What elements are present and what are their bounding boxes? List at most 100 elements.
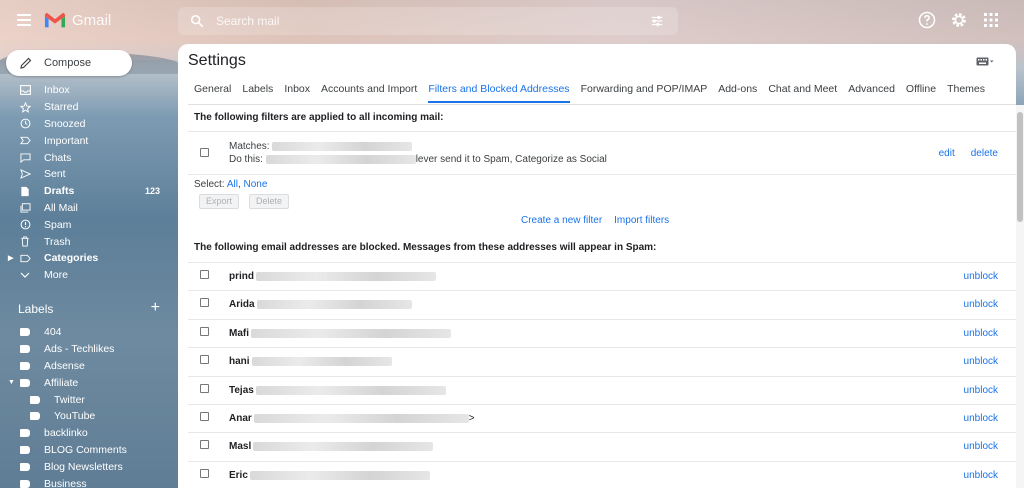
tab-filters-blocked[interactable]: Filters and Blocked Addresses <box>428 83 570 103</box>
trash-icon <box>19 236 31 248</box>
export-button[interactable]: Export <box>199 194 240 209</box>
label-item[interactable]: Business <box>0 475 176 488</box>
unblock-link[interactable]: unblock <box>964 356 998 367</box>
filters-heading: The following filters are applied to all… <box>194 112 444 123</box>
search-bar[interactable] <box>178 7 678 35</box>
tab-forwarding-pop-imap[interactable]: Forwarding and POP/IMAP <box>581 83 708 103</box>
gmail-logo[interactable]: Gmail <box>44 11 111 29</box>
unblock-link[interactable]: unblock <box>964 413 998 424</box>
sidebar-item-spam[interactable]: Spam <box>0 216 176 233</box>
sidebar-item-drafts[interactable]: Drafts 123 <box>0 183 176 200</box>
import-filters-link[interactable]: Import filters <box>614 215 669 226</box>
label-item[interactable]: backlinko <box>0 425 176 442</box>
label-item[interactable]: BLOG Comments <box>0 442 176 459</box>
tab-general[interactable]: General <box>194 83 231 103</box>
redacted-text <box>251 328 451 338</box>
sidebar-item-categories[interactable]: ▶ Categories <box>0 250 176 267</box>
search-input[interactable] <box>216 14 616 28</box>
add-label-plus-icon[interactable]: + <box>151 300 160 316</box>
compose-button[interactable]: Compose <box>6 50 132 76</box>
expand-caret-icon[interactable]: ▼ <box>8 379 15 386</box>
filter-do-this-label: Do this: <box>229 154 263 165</box>
filter-row: Matches: Do this: lever send it to Spam,… <box>188 131 1016 175</box>
top-right-icons <box>918 11 1000 29</box>
tab-chat-meet[interactable]: Chat and Meet <box>768 83 837 103</box>
tab-advanced[interactable]: Advanced <box>848 83 895 103</box>
help-icon[interactable] <box>918 11 936 29</box>
unblock-link[interactable]: unblock <box>964 385 998 396</box>
label-item-text: Blog Newsletters <box>44 460 123 473</box>
blocked-row: prind unblock <box>188 262 1016 290</box>
blocked-address-prefix: hani <box>229 356 250 368</box>
main-menu-icon[interactable] <box>17 14 31 26</box>
sidebar-item-inbox[interactable]: Inbox <box>0 82 176 99</box>
delete-button[interactable]: Delete <box>249 194 290 209</box>
sidebar-item-label: Drafts <box>44 185 75 198</box>
label-tag-icon <box>20 479 30 488</box>
sidebar-item-more[interactable]: More <box>0 267 176 284</box>
label-item[interactable]: Blog Newsletters <box>0 458 176 475</box>
tab-themes[interactable]: Themes <box>947 83 985 103</box>
label-item[interactable]: ▼ Affiliate <box>0 374 176 391</box>
select-none-link[interactable]: None <box>244 179 268 190</box>
star-icon <box>19 101 31 113</box>
delete-filter-link[interactable]: delete <box>971 148 998 159</box>
filter-checkbox[interactable] <box>200 148 209 157</box>
all-mail-icon <box>19 202 31 214</box>
sidebar-item-sent[interactable]: Sent <box>0 166 176 183</box>
unblock-link[interactable]: unblock <box>964 470 998 481</box>
sidebar-item-trash[interactable]: Trash <box>0 233 176 250</box>
blocked-checkbox[interactable] <box>200 270 209 279</box>
sidebar-item-important[interactable]: Important <box>0 132 176 149</box>
sidebar-item-chats[interactable]: Chats <box>0 149 176 166</box>
tab-add-ons[interactable]: Add-ons <box>718 83 757 103</box>
settings-gear-icon[interactable] <box>950 11 968 29</box>
label-item[interactable]: 404 <box>0 324 176 341</box>
create-filter-link[interactable]: Create a new filter <box>521 215 602 226</box>
sidebar-item-snoozed[interactable]: Snoozed <box>0 116 176 133</box>
tabs-divider <box>188 104 1016 105</box>
scrollbar-thumb[interactable] <box>1017 112 1023 222</box>
select-all-link[interactable]: All <box>227 179 238 190</box>
blocked-checkbox[interactable] <box>200 411 209 421</box>
search-icon[interactable] <box>190 14 204 28</box>
tab-labels[interactable]: Labels <box>242 83 273 103</box>
redacted-text <box>253 413 469 423</box>
apps-grid-icon[interactable] <box>982 11 1000 29</box>
blocked-checkbox[interactable] <box>200 355 209 365</box>
edit-filter-link[interactable]: edit <box>939 148 955 159</box>
unblock-link[interactable]: unblock <box>964 441 998 452</box>
expand-caret-icon[interactable]: ▶ <box>8 254 13 262</box>
sidebar-item-starred[interactable]: Starred <box>0 99 176 116</box>
label-item[interactable]: Ads - Techlikes <box>0 341 176 358</box>
unblock-link[interactable]: unblock <box>964 271 998 282</box>
blocked-address: Anar > <box>229 413 475 424</box>
label-item[interactable]: Adsense <box>0 358 176 375</box>
blocked-checkbox[interactable] <box>200 383 209 393</box>
blocked-checkbox[interactable] <box>200 326 209 336</box>
unblock-link[interactable]: unblock <box>964 299 998 310</box>
tab-inbox[interactable]: Inbox <box>284 83 310 103</box>
blocked-address-prefix: Arida <box>229 299 255 311</box>
search-options-icon[interactable] <box>650 14 664 28</box>
pencil-icon <box>20 57 32 69</box>
tab-offline[interactable]: Offline <box>906 83 936 103</box>
sidebar-item-label: All Mail <box>44 201 78 214</box>
label-item-text: Adsense <box>44 359 85 372</box>
draft-icon <box>19 185 31 197</box>
settings-panel: Settings General Labels Inbox Accounts a… <box>178 44 1016 488</box>
redacted-text <box>251 357 392 367</box>
label-item-text: 404 <box>44 326 62 339</box>
sidebar-item-label: Sent <box>44 168 66 181</box>
keyboard-input-icon[interactable] <box>976 57 994 67</box>
blocked-checkbox[interactable] <box>200 468 209 478</box>
blocked-checkbox[interactable] <box>200 298 209 308</box>
sidebar-item-all-mail[interactable]: All Mail <box>0 200 176 217</box>
blocked-checkbox[interactable] <box>200 440 209 450</box>
label-item[interactable]: YouTube <box>0 408 176 425</box>
unblock-link[interactable]: unblock <box>964 328 998 339</box>
label-item[interactable]: Twitter <box>0 391 176 408</box>
tab-accounts-import[interactable]: Accounts and Import <box>321 83 417 103</box>
label-tag-icon <box>20 429 30 438</box>
clock-icon <box>19 118 31 130</box>
